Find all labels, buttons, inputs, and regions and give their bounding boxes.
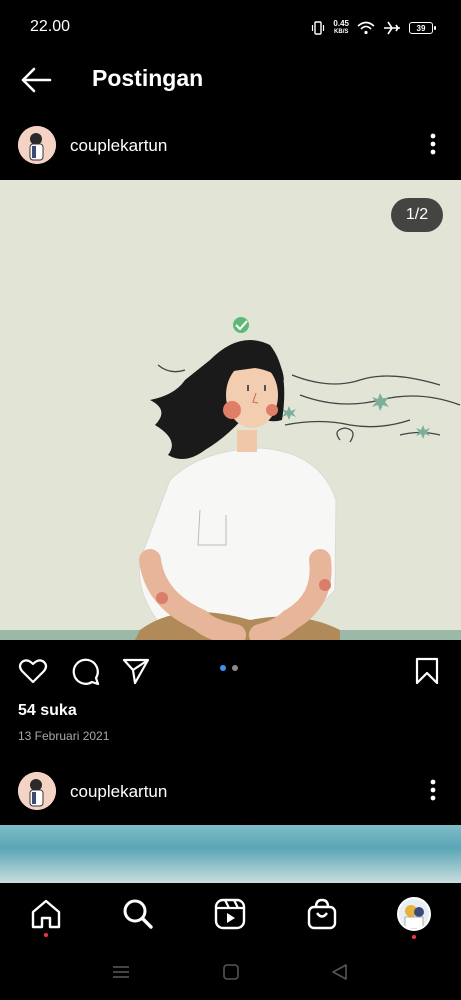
username[interactable]: couplekartun: [70, 782, 167, 802]
reels-icon[interactable]: [213, 897, 247, 931]
action-bar: [0, 646, 461, 694]
header: Postingan: [0, 56, 461, 104]
carousel-dots: [220, 665, 238, 671]
page-title: Postingan: [92, 65, 204, 91]
avatar[interactable]: [18, 772, 56, 810]
bottom-nav: [0, 883, 461, 943]
comment-icon[interactable]: [70, 656, 100, 686]
heart-check-icon: [233, 317, 249, 333]
carousel-dot-active: [220, 665, 226, 671]
bookmark-icon[interactable]: [412, 656, 442, 686]
likes-count[interactable]: 54 suka: [18, 702, 77, 720]
net-speed-value: 0.45: [333, 19, 349, 28]
shop-icon[interactable]: [305, 897, 339, 931]
home-icon[interactable]: [29, 897, 63, 931]
carousel-dot: [232, 665, 238, 671]
system-nav: [0, 943, 461, 1000]
search-icon[interactable]: [121, 897, 155, 931]
vibrate-icon: [312, 21, 325, 35]
status-icons: 0.45 KB/S 39: [311, 16, 436, 40]
image-counter: 1/2: [391, 198, 443, 232]
next-post-image[interactable]: [0, 825, 461, 883]
heart-icon[interactable]: [18, 656, 48, 686]
more-options-icon[interactable]: [423, 776, 443, 804]
wifi-icon: [357, 21, 375, 35]
notification-dot: [412, 935, 416, 939]
share-icon[interactable]: [121, 656, 151, 686]
arrow-left-icon[interactable]: [20, 66, 52, 94]
home-square-icon[interactable]: [221, 963, 241, 981]
more-options-icon[interactable]: [423, 130, 443, 158]
status-time: 22.00: [30, 18, 71, 35]
illustration: [0, 180, 461, 640]
username[interactable]: couplekartun: [70, 136, 167, 156]
net-speed: 0.45 KB/S: [333, 20, 349, 36]
status-bar: 22.00 0.45 KB/S 39: [0, 0, 461, 56]
post-header: couplekartun: [0, 120, 461, 172]
avatar[interactable]: [18, 126, 56, 164]
battery-icon: 39: [409, 22, 436, 34]
post-date: 13 Februari 2021: [18, 729, 110, 743]
net-speed-unit: KB/S: [334, 29, 349, 35]
menu-icon[interactable]: [111, 963, 131, 981]
back-triangle-icon[interactable]: [330, 963, 350, 981]
next-post-header: couplekartun: [0, 766, 461, 818]
profile-avatar[interactable]: [397, 897, 431, 931]
airplane-icon: [384, 21, 400, 35]
post-image[interactable]: 1/2: [0, 180, 461, 640]
notification-dot: [44, 933, 48, 937]
